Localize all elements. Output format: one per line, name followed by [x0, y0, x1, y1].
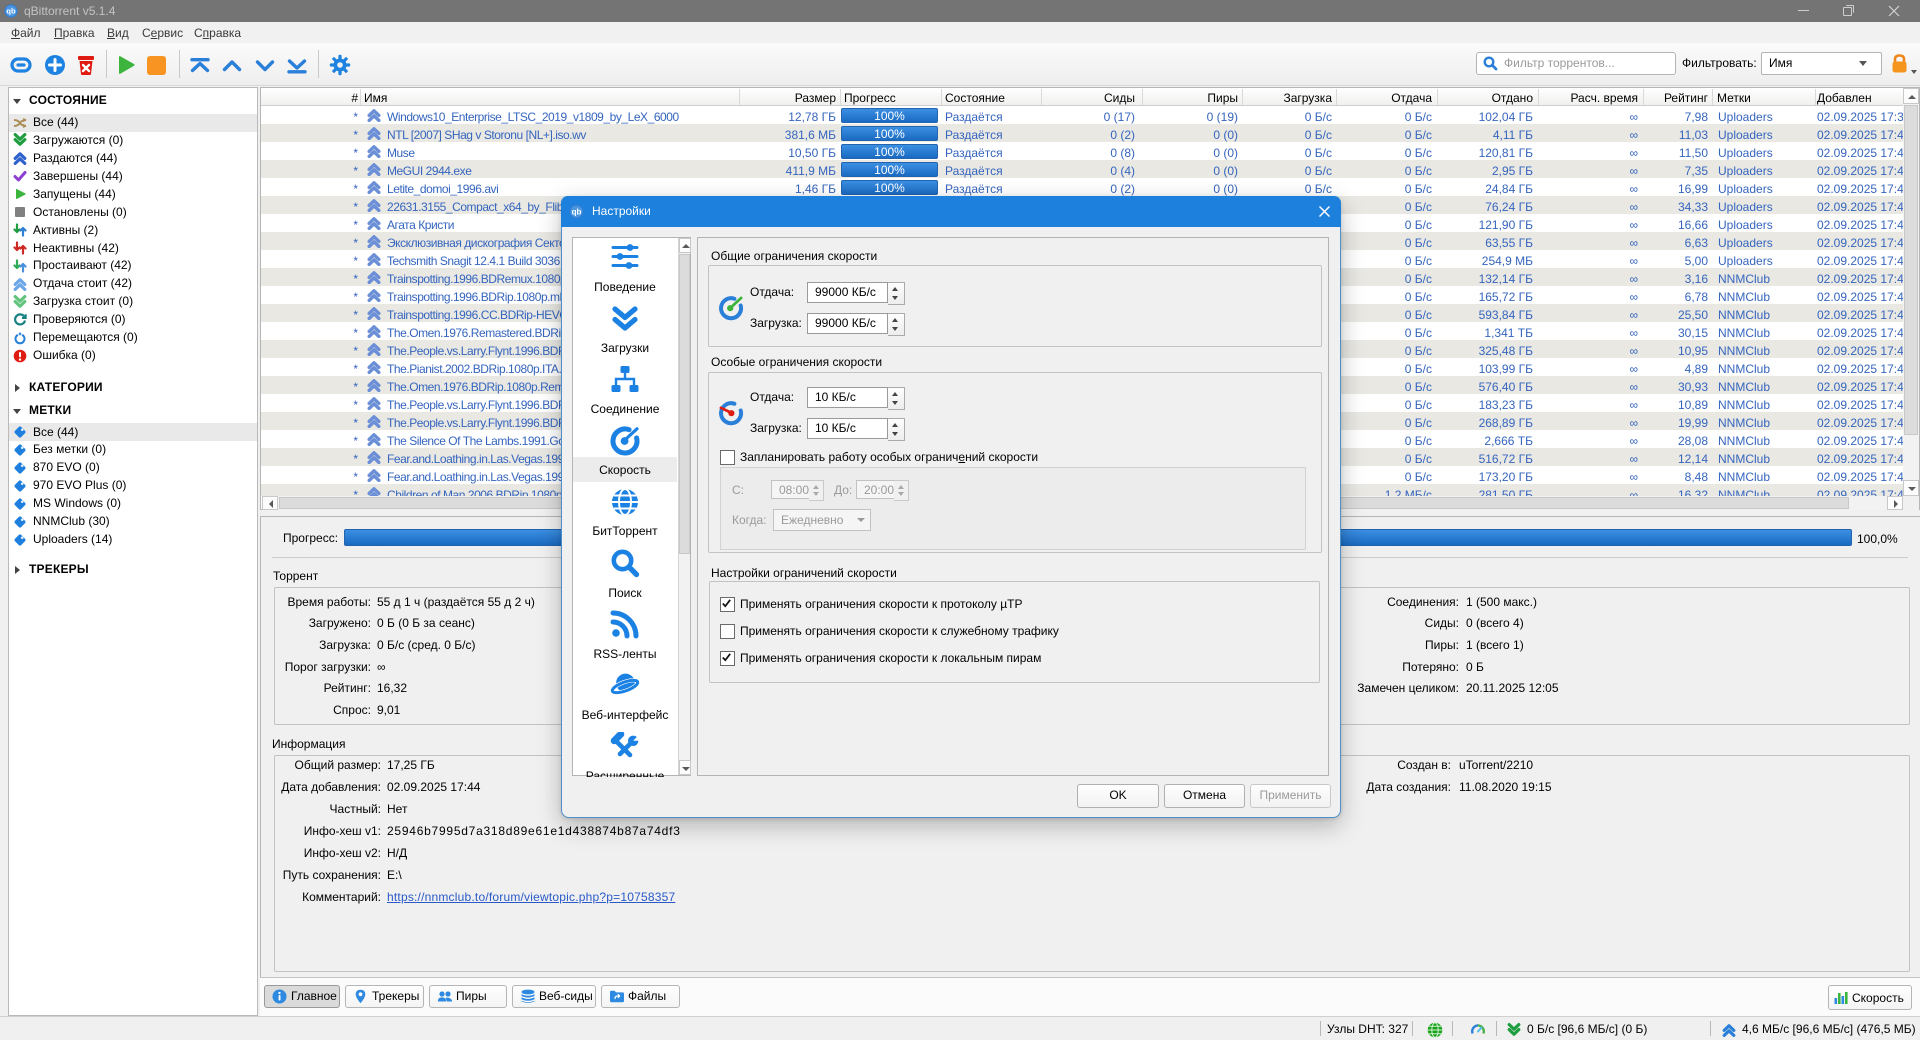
svg-text:qb: qb — [6, 7, 16, 16]
svg-text:qb: qb — [572, 207, 582, 216]
